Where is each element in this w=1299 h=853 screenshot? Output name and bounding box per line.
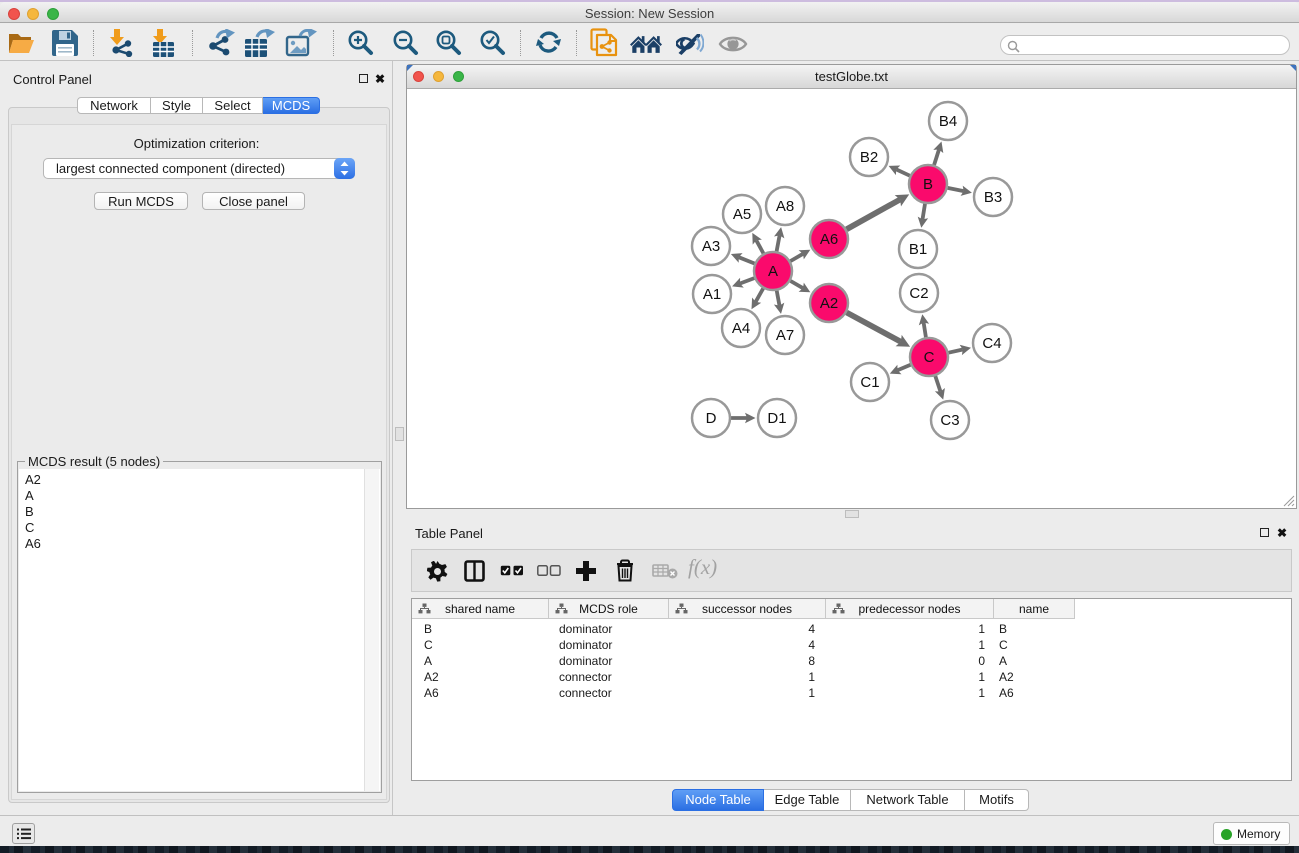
svg-text:A: A [768,263,778,280]
svg-text:A1: A1 [703,286,721,303]
svg-text:A6: A6 [820,231,838,248]
svg-text:D1: D1 [767,410,786,427]
svg-text:B1: B1 [909,241,927,258]
svg-text:A2: A2 [820,295,838,312]
svg-text:A8: A8 [776,198,794,215]
svg-text:C4: C4 [982,335,1001,352]
svg-text:B: B [923,176,933,193]
svg-text:A7: A7 [776,327,794,344]
svg-text:B2: B2 [860,149,878,166]
svg-text:C: C [924,349,935,366]
svg-text:C2: C2 [909,285,928,302]
svg-text:A4: A4 [732,320,750,337]
svg-text:C1: C1 [860,374,879,391]
svg-text:A5: A5 [733,206,751,223]
svg-text:A3: A3 [702,238,720,255]
svg-text:C3: C3 [940,412,959,429]
svg-text:B4: B4 [939,113,957,130]
svg-text:D: D [706,410,717,427]
svg-text:B3: B3 [984,189,1002,206]
